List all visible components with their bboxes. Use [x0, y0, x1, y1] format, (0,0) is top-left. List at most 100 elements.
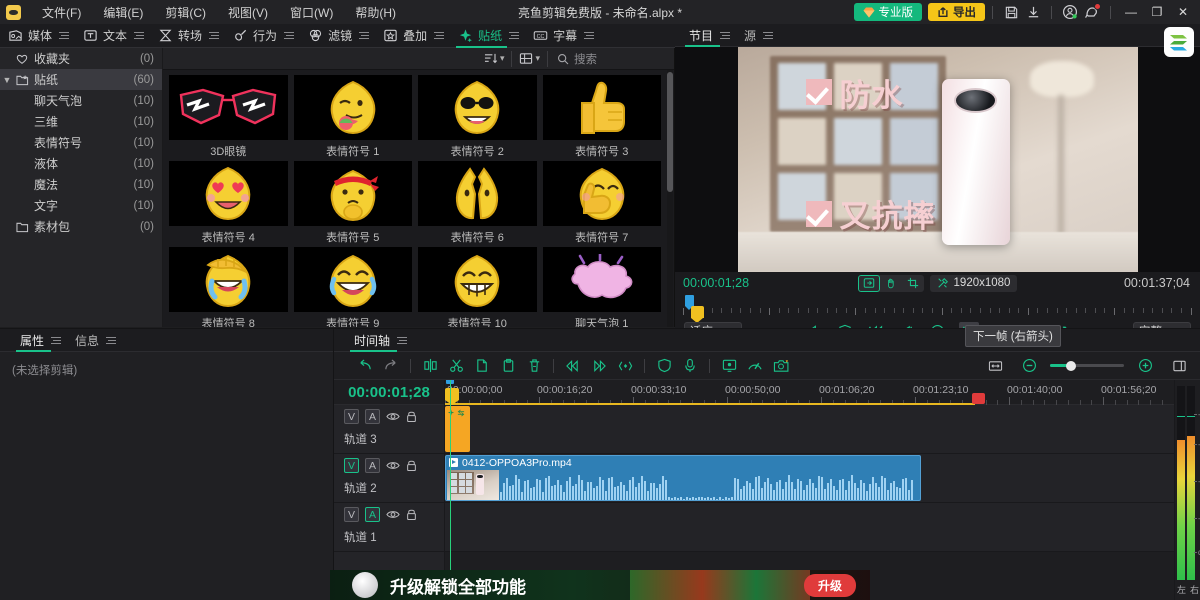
module-transition[interactable]: 转场	[150, 24, 225, 48]
video-preview-area[interactable]: 防水 又抗摔	[675, 47, 1200, 272]
preview-scrubber[interactable]	[683, 296, 1192, 316]
sticker-item[interactable]: 3D眼镜	[166, 73, 291, 159]
sticker-item[interactable]: 表情符号 10	[415, 245, 540, 327]
camera-record-icon[interactable]	[768, 354, 794, 378]
export-frame-icon[interactable]	[858, 275, 880, 292]
playhead[interactable]	[450, 380, 451, 600]
close-button[interactable]: ✕	[1170, 0, 1196, 24]
timeline-ruler[interactable]: 00:00:00;00 00:00:16;20 00:00:33;10 00:0…	[445, 380, 1174, 405]
track-audio-toggle[interactable]: A	[365, 409, 380, 424]
module-behavior[interactable]: 行为	[225, 24, 300, 48]
panel-menu-icon[interactable]	[51, 333, 63, 347]
sticker-item[interactable]: 表情符号 1	[291, 73, 416, 159]
split-icon[interactable]	[417, 354, 443, 378]
zoom-slider[interactable]	[1050, 364, 1124, 367]
screen-record-icon[interactable]	[716, 354, 742, 378]
preview-playhead[interactable]	[691, 306, 704, 318]
zoom-out-icon[interactable]	[1016, 354, 1042, 378]
sticker-item[interactable]: 表情符号 8	[166, 245, 291, 327]
search-input[interactable]: 搜索	[548, 51, 668, 67]
module-menu-icon[interactable]	[134, 29, 146, 43]
upgrade-button[interactable]: 升级	[804, 574, 856, 597]
tab-timeline[interactable]: 时间轴	[348, 329, 415, 352]
module-menu-icon[interactable]	[584, 29, 596, 43]
category-stickers[interactable]: ▼ 贴纸 (60)	[0, 69, 162, 90]
panel-menu-icon[interactable]	[763, 28, 775, 42]
sticker-clip[interactable]	[445, 406, 470, 452]
tab-properties[interactable]: 属性	[14, 329, 69, 352]
undo-icon[interactable]	[352, 354, 378, 378]
in-point-marker[interactable]	[445, 388, 459, 400]
lock-icon[interactable]	[406, 410, 417, 423]
menu-item-clip[interactable]: 剪辑(C)	[154, 1, 217, 24]
menu-item-help[interactable]: 帮助(H)	[344, 1, 407, 24]
sticker-item[interactable]: 表情符号 7	[540, 159, 665, 245]
module-menu-icon[interactable]	[284, 29, 296, 43]
module-menu-icon[interactable]	[59, 29, 71, 43]
marker-icon[interactable]	[651, 354, 677, 378]
ripple-left-icon[interactable]	[560, 354, 586, 378]
panel-menu-icon[interactable]	[720, 28, 732, 42]
sticker-item[interactable]: 表情符号 2	[415, 73, 540, 159]
track-audio-toggle[interactable]: A	[365, 458, 380, 473]
sticker-item[interactable]: 表情符号 5	[291, 159, 416, 245]
module-text[interactable]: 文本	[75, 24, 150, 48]
category-text[interactable]: 文字 (10)	[0, 195, 162, 216]
delete-icon[interactable]	[521, 354, 547, 378]
video-clip[interactable]: 0412-OPPOA3Pro.mp4	[445, 455, 921, 501]
zoom-in-icon[interactable]	[1132, 354, 1158, 378]
preview-in-marker[interactable]	[685, 295, 694, 306]
copy-icon[interactable]	[469, 354, 495, 378]
module-menu-icon[interactable]	[209, 29, 221, 43]
sticker-item[interactable]: 表情符号 4	[166, 159, 291, 245]
ripple-right-icon[interactable]	[586, 354, 612, 378]
module-subtitle[interactable]: CC 字幕	[525, 24, 600, 48]
category-material-pack[interactable]: 素材包 (0)	[0, 216, 162, 237]
panel-menu-icon[interactable]	[397, 333, 409, 347]
panel-menu-icon[interactable]	[106, 333, 118, 347]
sticker-item[interactable]: 聊天气泡 1	[540, 245, 665, 327]
module-menu-icon[interactable]	[509, 29, 521, 43]
category-liquid[interactable]: 液体 (10)	[0, 153, 162, 174]
track-video-toggle[interactable]: V	[344, 409, 359, 424]
fit-timeline-icon[interactable]	[982, 354, 1008, 378]
tab-source[interactable]: 源	[738, 24, 781, 47]
account-icon[interactable]	[1059, 2, 1081, 22]
zoom-toggle-icon[interactable]	[1166, 354, 1192, 378]
track-video-toggle[interactable]: V	[344, 507, 359, 522]
maximize-button[interactable]: ❐	[1144, 0, 1170, 24]
download-icon[interactable]	[1022, 2, 1044, 22]
sticker-item[interactable]: 表情符号 9	[291, 245, 416, 327]
redo-icon[interactable]	[378, 354, 404, 378]
hand-tool-icon[interactable]	[880, 275, 902, 292]
eye-icon[interactable]	[386, 509, 400, 520]
out-point-marker[interactable]	[972, 393, 985, 404]
eye-icon[interactable]	[386, 460, 400, 471]
chevron-down-icon[interactable]: ▼	[0, 75, 14, 85]
export-button[interactable]: 导出	[928, 3, 985, 21]
cut-icon[interactable]	[443, 354, 469, 378]
crop-tool-icon[interactable]	[902, 275, 924, 292]
speed-icon[interactable]	[742, 354, 768, 378]
sticker-item[interactable]: 表情符号 6	[415, 159, 540, 245]
mic-icon[interactable]	[677, 354, 703, 378]
module-sticker[interactable]: 贴纸	[450, 24, 525, 48]
track-video-toggle[interactable]: V	[344, 458, 359, 473]
browser-scrollbar-thumb[interactable]	[667, 72, 673, 192]
menu-item-file[interactable]: 文件(F)	[31, 1, 92, 24]
category-favorites[interactable]: 收藏夹 (0)	[0, 48, 162, 69]
eye-icon[interactable]	[386, 411, 400, 422]
minimize-button[interactable]: —	[1118, 0, 1144, 24]
category-magic[interactable]: 魔法 (10)	[0, 174, 162, 195]
track-row-3[interactable]	[445, 405, 1174, 454]
paste-icon[interactable]	[495, 354, 521, 378]
sticker-item[interactable]: 表情符号 3	[540, 73, 665, 159]
module-filter[interactable]: 滤镜	[300, 24, 375, 48]
view-mode-button[interactable]: ▾	[512, 51, 548, 67]
save-icon[interactable]	[1000, 2, 1022, 22]
menu-item-edit[interactable]: 编辑(E)	[92, 1, 154, 24]
category-emoji[interactable]: 表情符号 (10)	[0, 132, 162, 153]
menu-item-window[interactable]: 窗口(W)	[279, 1, 344, 24]
track-row-2[interactable]: 0412-OPPOA3Pro.mp4	[445, 454, 1174, 503]
module-menu-icon[interactable]	[434, 29, 446, 43]
